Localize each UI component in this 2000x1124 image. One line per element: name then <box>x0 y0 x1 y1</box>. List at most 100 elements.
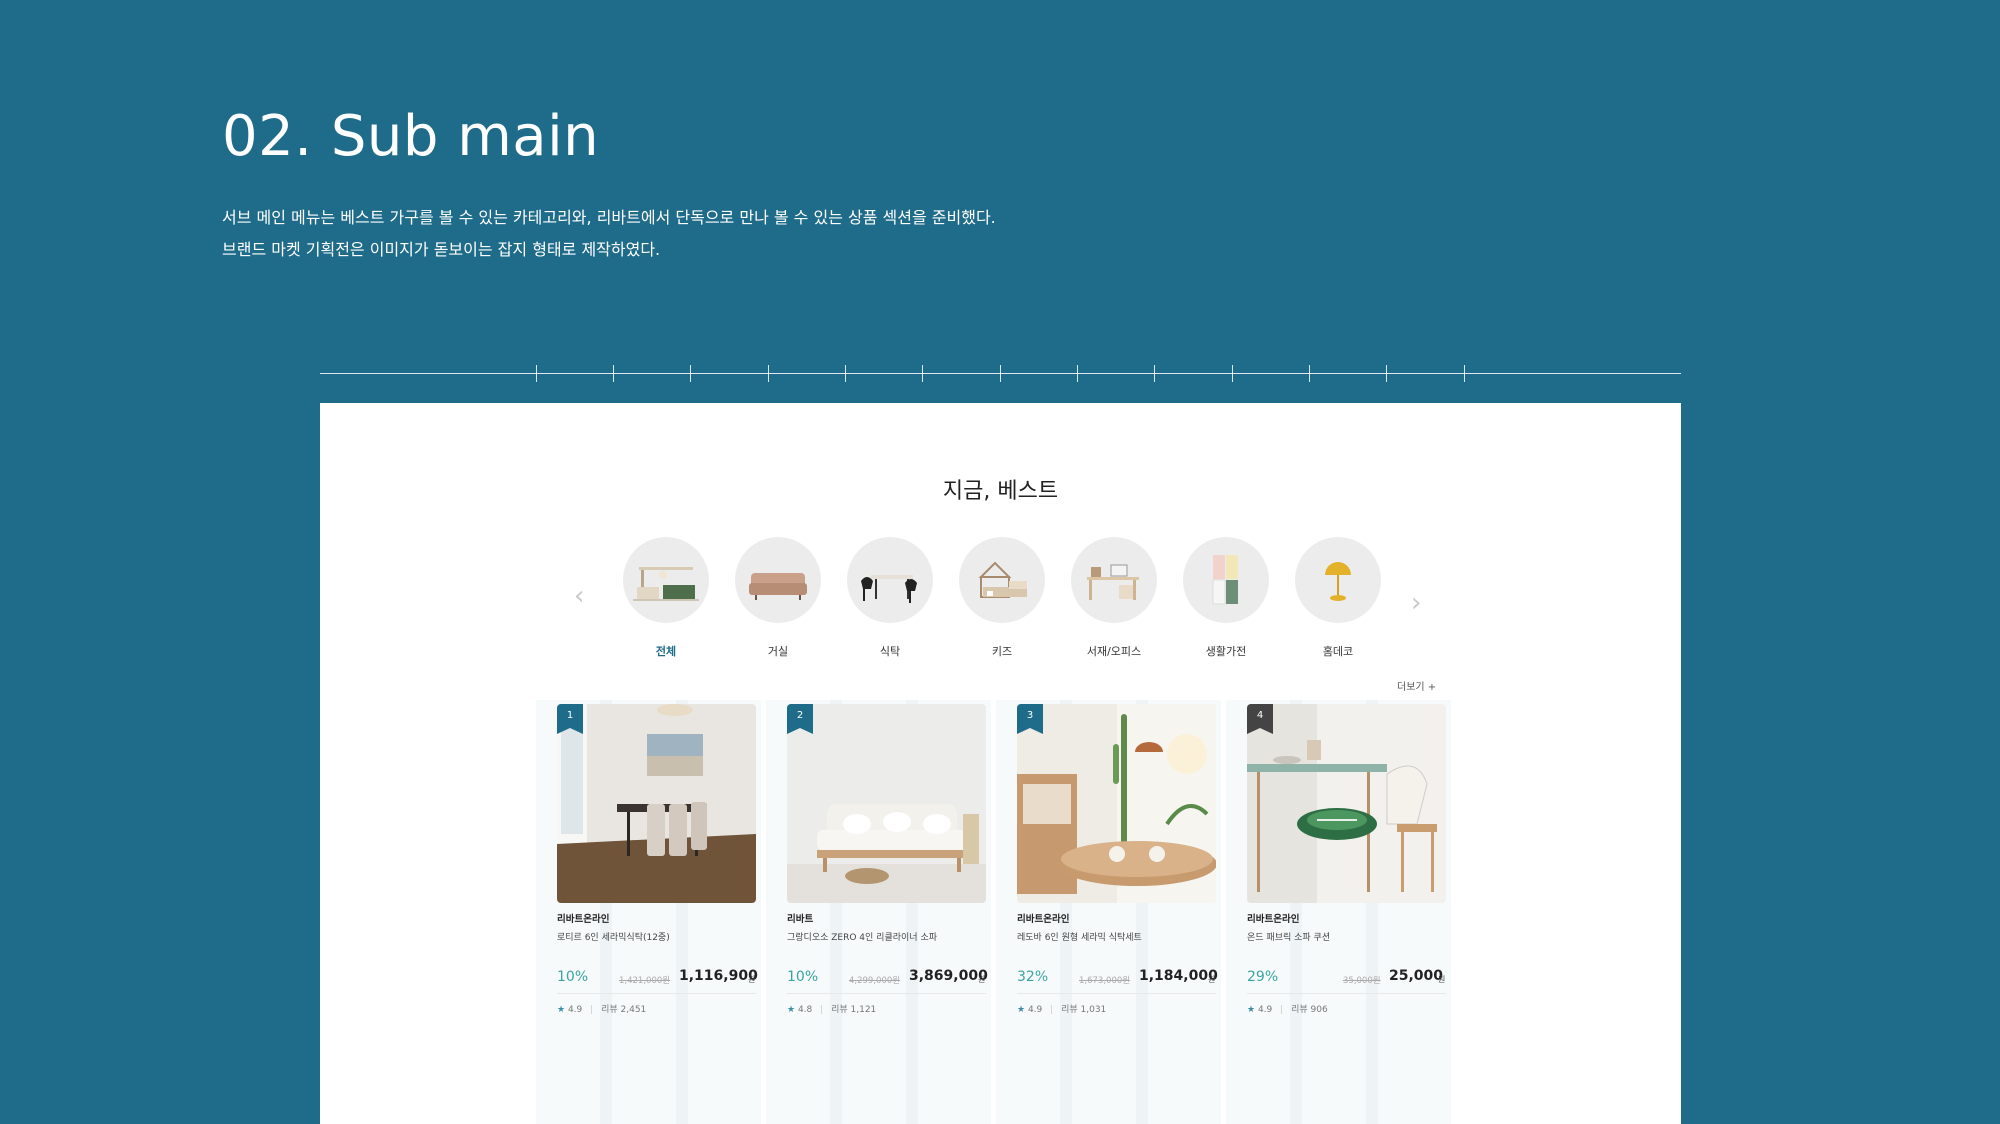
ruler-tick <box>1000 365 1001 382</box>
review-count: 2,451 <box>620 1005 647 1015</box>
ruler <box>320 365 1681 383</box>
category-appliance[interactable]: 생활가전 <box>1171 537 1281 659</box>
product-card[interactable]: 4 리바트온라인 온드 패브릭 소파 쿠션 29% 35,000원 25,000… <box>1247 704 1446 1015</box>
product-card[interactable]: 1 리바트온라인 로티르 6인 세라믹식탁(12중) 10% 1,421,000… <box>557 704 758 1015</box>
category-kids[interactable]: 키즈 <box>947 537 1057 659</box>
sale-price: 1,116,900 <box>679 968 758 984</box>
product-brand: 리바트온라인 <box>1247 914 1300 925</box>
living-set-icon <box>623 537 709 623</box>
product-name[interactable]: 레도바 6인 원형 세라믹 식탁세트 <box>1017 930 1216 943</box>
price-row: 29% 35,000원 25,000 원 <box>1247 967 1446 994</box>
category-office[interactable]: 서재/오피스 <box>1059 537 1169 659</box>
product-meta: ★ 4.8 | 리뷰 1,121 <box>787 1005 877 1015</box>
original-price: 35,000원 <box>1343 976 1381 986</box>
category-label: 식탁 <box>879 645 901 658</box>
category-label: 서재/오피스 <box>1086 645 1142 658</box>
dining-table-icon <box>847 537 933 623</box>
original-price: 1,673,000원 <box>1079 976 1131 986</box>
category-label: 키즈 <box>991 645 1013 658</box>
ruler-tick <box>613 365 614 382</box>
ruler-tick <box>690 365 691 382</box>
product-name[interactable]: 로티르 6인 세라믹식탁(12중) <box>557 930 756 943</box>
review-count: 906 <box>1310 1005 1328 1015</box>
sofa-icon <box>735 537 821 623</box>
currency-unit: 원 <box>1208 975 1216 984</box>
product-meta: ★ 4.9 | 리뷰 1,031 <box>1017 1005 1107 1015</box>
ruler-tick <box>1309 365 1310 382</box>
star-icon: ★ <box>1017 1005 1026 1015</box>
ruler-tick <box>1386 365 1387 382</box>
ruler-tick <box>536 365 537 382</box>
review-count: 1,031 <box>1080 1005 1107 1015</box>
category-label: 전체 <box>655 645 677 658</box>
ruler-tick <box>845 365 846 382</box>
product-name[interactable]: 그랑디오소 ZERO 4인 리클라이너 소파 <box>787 930 986 943</box>
discount-rate: 10% <box>787 969 819 985</box>
page-title: 02. Sub main <box>222 104 600 169</box>
star-icon: ★ <box>787 1005 796 1015</box>
best-section-panel: 지금, 베스트 ‹ › 전체 거실 식탁 키즈 서재/오피스 생활가전 홈데코 … <box>320 403 1681 1124</box>
category-homedeco[interactable]: 홈데코 <box>1283 537 1393 659</box>
review-label: 리뷰 <box>1291 1005 1308 1015</box>
section-title: 지금, 베스트 <box>942 479 1059 504</box>
ruler-tick <box>1232 365 1233 382</box>
product-brand: 리바트 <box>787 914 814 925</box>
discount-rate: 29% <box>1247 969 1279 985</box>
more-link[interactable]: 더보기 + <box>1397 678 1436 693</box>
category-label: 생활가전 <box>1205 645 1247 658</box>
original-price: 4,299,000원 <box>849 976 901 986</box>
product-meta: ★ 4.9 | 리뷰 2,451 <box>557 1005 647 1015</box>
description-line-1: 서브 메인 메뉴는 베스트 가구를 볼 수 있는 카테고리와, 리바트에서 단독… <box>222 208 996 227</box>
product-image[interactable]: 4 <box>1247 704 1446 903</box>
product-card[interactable]: 3 리바트온라인 레도바 6인 원형 세라믹 식탁세트 32% 1,673,00… <box>1017 704 1218 1015</box>
chevron-right-icon[interactable]: › <box>1411 588 1421 618</box>
price-row: 10% 4,299,000원 3,869,000 원 <box>787 967 988 994</box>
product-image[interactable]: 1 <box>557 704 756 903</box>
category-all[interactable]: 전체 <box>611 537 721 659</box>
review-count: 1,121 <box>850 1005 877 1015</box>
discount-rate: 10% <box>557 969 589 985</box>
product-image[interactable]: 3 <box>1017 704 1216 903</box>
sale-price: 1,184,000 <box>1139 968 1218 984</box>
review-label: 리뷰 <box>831 1005 848 1015</box>
category-dining[interactable]: 식탁 <box>835 537 945 659</box>
ruler-tick <box>1154 365 1155 382</box>
product-brand: 리바트온라인 <box>1017 914 1070 925</box>
ruler-tick <box>922 365 923 382</box>
lamp-icon <box>1295 537 1381 623</box>
price-row: 32% 1,673,000원 1,184,000 원 <box>1017 967 1218 994</box>
price-row: 10% 1,421,000원 1,116,900 원 <box>557 967 758 994</box>
ruler-tick <box>1464 365 1465 382</box>
rating: 4.8 <box>797 1005 813 1015</box>
category-living[interactable]: 거실 <box>723 537 833 659</box>
currency-unit: 원 <box>978 975 986 984</box>
discount-rate: 32% <box>1017 969 1049 985</box>
original-price: 1,421,000원 <box>619 976 671 986</box>
ruler-tick <box>768 365 769 382</box>
chevron-left-icon[interactable]: ‹ <box>574 581 584 611</box>
ruler-tick <box>1077 365 1078 382</box>
kids-bed-icon <box>959 537 1045 623</box>
category-label: 거실 <box>767 645 789 658</box>
sale-price: 3,869,000 <box>909 968 988 984</box>
review-label: 리뷰 <box>1061 1005 1078 1015</box>
product-brand: 리바트온라인 <box>557 914 610 925</box>
refrigerator-icon <box>1183 537 1269 623</box>
page-description: 서브 메인 메뉴는 베스트 가구를 볼 수 있는 카테고리와, 리바트에서 단독… <box>222 202 996 266</box>
product-card[interactable]: 2 리바트 그랑디오소 ZERO 4인 리클라이너 소파 10% 4,299,0… <box>787 704 988 1015</box>
product-meta: ★ 4.9 | 리뷰 906 <box>1247 1005 1328 1015</box>
rating: 4.9 <box>567 1005 583 1015</box>
rating: 4.9 <box>1257 1005 1273 1015</box>
desk-icon <box>1071 537 1157 623</box>
product-image[interactable]: 2 <box>787 704 986 903</box>
rating: 4.9 <box>1027 1005 1043 1015</box>
star-icon: ★ <box>557 1005 566 1015</box>
star-icon: ★ <box>1247 1005 1256 1015</box>
description-line-2: 브랜드 마켓 기획전은 이미지가 돋보이는 잡지 형태로 제작하였다. <box>222 240 661 259</box>
product-name[interactable]: 온드 패브릭 소파 쿠션 <box>1247 930 1446 943</box>
currency-unit: 원 <box>748 975 756 984</box>
currency-unit: 원 <box>1438 975 1446 984</box>
review-label: 리뷰 <box>601 1005 618 1015</box>
category-label: 홈데코 <box>1322 645 1354 658</box>
sale-price: 25,000 <box>1389 968 1444 984</box>
